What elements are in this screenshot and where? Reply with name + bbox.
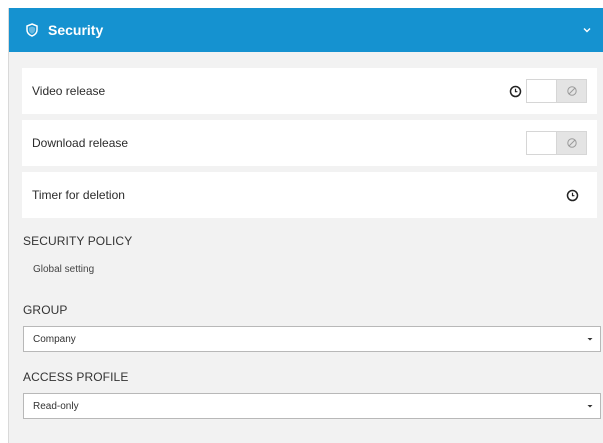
setting-row-timer-for-deletion: Timer for deletion xyxy=(22,172,597,218)
disabled-icon xyxy=(556,80,586,102)
shield-icon xyxy=(25,23,39,37)
setting-row-download-release: Download release xyxy=(22,120,597,166)
setting-label: Download release xyxy=(32,136,129,150)
timer-icon[interactable] xyxy=(509,85,522,98)
access-profile-heading: ACCESS PROFILE xyxy=(23,370,129,384)
security-policy-heading: SECURITY POLICY xyxy=(23,234,133,248)
toggle-knob xyxy=(527,132,557,154)
download-release-toggle[interactable] xyxy=(526,131,587,155)
security-section-header[interactable]: Security xyxy=(9,8,603,52)
security-policy-value: Global setting xyxy=(33,264,95,275)
group-select[interactable]: Company xyxy=(23,326,601,352)
access-profile-select[interactable]: Read-only xyxy=(23,393,601,419)
toggle-knob xyxy=(527,80,557,102)
disabled-icon xyxy=(556,132,586,154)
setting-row-video-release: Video release xyxy=(22,68,597,114)
video-release-toggle[interactable] xyxy=(526,79,587,103)
timer-icon[interactable] xyxy=(566,189,579,202)
chevron-down-icon[interactable] xyxy=(580,23,594,37)
group-selected-value: Company xyxy=(33,333,76,345)
section-title: Security xyxy=(48,22,104,38)
caret-down-icon xyxy=(583,332,597,346)
setting-label: Timer for deletion xyxy=(32,188,125,202)
access-profile-selected-value: Read-only xyxy=(33,400,79,412)
group-heading: GROUP xyxy=(23,303,68,317)
caret-down-icon xyxy=(583,399,597,413)
security-panel: Security Video release Download release … xyxy=(8,8,603,443)
